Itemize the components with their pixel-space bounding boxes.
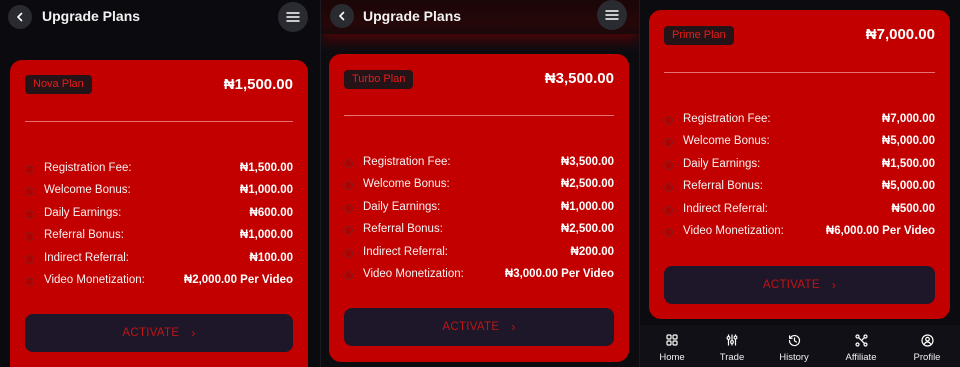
bullet-icon	[25, 209, 34, 219]
detail-row-welcome-bonus: Welcome Bonus: ₦1,000.00	[25, 183, 293, 205]
bullet-icon	[25, 187, 34, 197]
page-title: Upgrade Plans	[363, 8, 462, 24]
top-bar: Upgrade Plans	[0, 0, 320, 34]
detail-row-referral-bonus: Referral Bonus: ₦1,000.00	[25, 228, 293, 250]
detail-row-daily-earnings: Daily Earnings: ₦1,500.00	[664, 157, 935, 179]
detail-row-registration-fee: Registration Fee: ₦7,000.00	[664, 112, 935, 134]
history-icon	[788, 333, 801, 347]
chevron-left-icon	[17, 12, 23, 22]
bullet-icon	[664, 116, 673, 125]
activate-button[interactable]: ACTIVATE ›	[25, 314, 293, 352]
bullet-icon	[344, 248, 353, 258]
nav-label: History	[779, 352, 809, 363]
card-divider	[25, 121, 293, 122]
bullet-icon	[344, 203, 353, 213]
screen-turbo-plan: Upgrade Plans Turbo Plan ₦3,500.00 Regis…	[321, 0, 639, 367]
back-button[interactable]	[8, 5, 32, 29]
detail-row-indirect-referral: Indirect Referral: ₦200.00	[344, 245, 614, 267]
plan-name-badge: Turbo Plan	[344, 70, 414, 89]
bullet-icon	[664, 138, 673, 148]
chevron-right-icon: ›	[831, 278, 837, 292]
screen-nova-plan: Upgrade Plans Nova Plan ₦1,500.00 Regist…	[0, 0, 320, 367]
nav-item-trade[interactable]: Trade	[700, 325, 764, 367]
menu-button[interactable]	[597, 0, 627, 30]
plan-card-prime: Prime Plan ₦7,000.00 Registration Fee: ₦7…	[649, 10, 950, 319]
detail-row-video-monetization: Video Monetization: ₦3,000.00 Per Video	[344, 267, 614, 289]
plan-price: ₦7,000.00	[865, 26, 935, 43]
sliders-icon	[726, 333, 738, 347]
card-divider	[664, 72, 935, 73]
detail-row-registration-fee: Registration Fee: ₦3,500.00	[344, 155, 614, 177]
bullet-icon	[664, 227, 673, 237]
detail-row-daily-earnings: Daily Earnings: ₦600.00	[25, 206, 293, 228]
chevron-right-icon: ›	[191, 326, 196, 340]
detail-row-welcome-bonus: Welcome Bonus: ₦2,500.00	[344, 177, 614, 199]
nav-label: Affiliate	[845, 352, 877, 363]
plan-details-list: Registration Fee: ₦3,500.00 Welcome Bonus…	[344, 155, 614, 289]
bullet-icon	[344, 270, 353, 280]
detail-row-registration-fee: Registration Fee: ₦1,500.00	[25, 161, 293, 183]
bullet-icon	[664, 160, 673, 170]
detail-row-welcome-bonus: Welcome Bonus: ₦5,000.00	[664, 134, 935, 156]
plan-details-list: Registration Fee: ₦7,000.00 Welcome Bonus…	[664, 112, 935, 246]
plan-price: ₦3,500.00	[544, 70, 614, 87]
detail-row-video-monetization: Video Monetization: ₦6,000.00 Per Video	[664, 224, 935, 246]
nav-item-home[interactable]: Home	[640, 325, 704, 367]
plan-price: ₦1,500.00	[223, 76, 293, 93]
plan-card-turbo: Turbo Plan ₦3,500.00 Registration Fee: ₦3…	[329, 54, 629, 362]
nav-label: Profile	[913, 352, 941, 363]
bullet-icon	[25, 254, 34, 264]
chevron-right-icon: ›	[511, 320, 516, 334]
chevron-left-icon	[339, 11, 345, 21]
screen-prime-plan: Prime Plan ₦7,000.00 Registration Fee: ₦7…	[640, 0, 960, 367]
nav-item-profile[interactable]: Profile	[895, 325, 959, 367]
card-divider	[344, 115, 614, 116]
menu-button[interactable]	[278, 2, 308, 32]
plan-details-list: Registration Fee: ₦1,500.00 Welcome Bonus…	[25, 161, 293, 295]
nav-item-affiliate[interactable]: Affiliate	[829, 325, 893, 367]
bottom-nav: Home Trade History Affiliate Profile	[640, 325, 960, 367]
page-title: Upgrade Plans	[42, 8, 141, 24]
nav-label: Home	[659, 352, 685, 363]
back-button[interactable]	[330, 4, 354, 28]
bullet-icon	[25, 165, 34, 174]
bullet-icon	[664, 183, 673, 193]
detail-row-indirect-referral: Indirect Referral: ₦100.00	[25, 251, 293, 273]
detail-row-referral-bonus: Referral Bonus: ₦5,000.00	[664, 179, 935, 201]
detail-row-indirect-referral: Indirect Referral: ₦500.00	[664, 202, 935, 224]
user-circle-icon	[920, 333, 934, 347]
nav-item-history[interactable]: History	[762, 325, 826, 367]
nav-label: Trade	[719, 352, 745, 363]
bullet-icon	[664, 205, 673, 215]
bullet-icon	[344, 181, 353, 191]
bullet-icon	[344, 226, 353, 236]
hamburger-menu-icon	[286, 12, 300, 22]
activate-button[interactable]: ACTIVATE ›	[344, 308, 614, 346]
plan-card-nova: Nova Plan ₦1,500.00 Registration Fee: ₦1,…	[10, 60, 308, 367]
hamburger-menu-icon	[605, 10, 619, 20]
bullet-icon	[25, 276, 34, 286]
detail-row-video-monetization: Video Monetization: ₦2,000.00 Per Video	[25, 273, 293, 295]
grid-icon	[666, 333, 678, 347]
bullet-icon	[25, 232, 34, 242]
top-bar: Upgrade Plans	[321, 0, 639, 34]
bullet-icon	[344, 159, 353, 168]
detail-row-referral-bonus: Referral Bonus: ₦2,500.00	[344, 222, 614, 244]
detail-row-daily-earnings: Daily Earnings: ₦1,000.00	[344, 200, 614, 222]
plan-name-badge: Prime Plan	[664, 26, 734, 45]
share-nodes-icon	[854, 333, 868, 347]
plan-name-badge: Nova Plan	[25, 75, 92, 94]
activate-button[interactable]: ACTIVATE ›	[664, 266, 935, 304]
